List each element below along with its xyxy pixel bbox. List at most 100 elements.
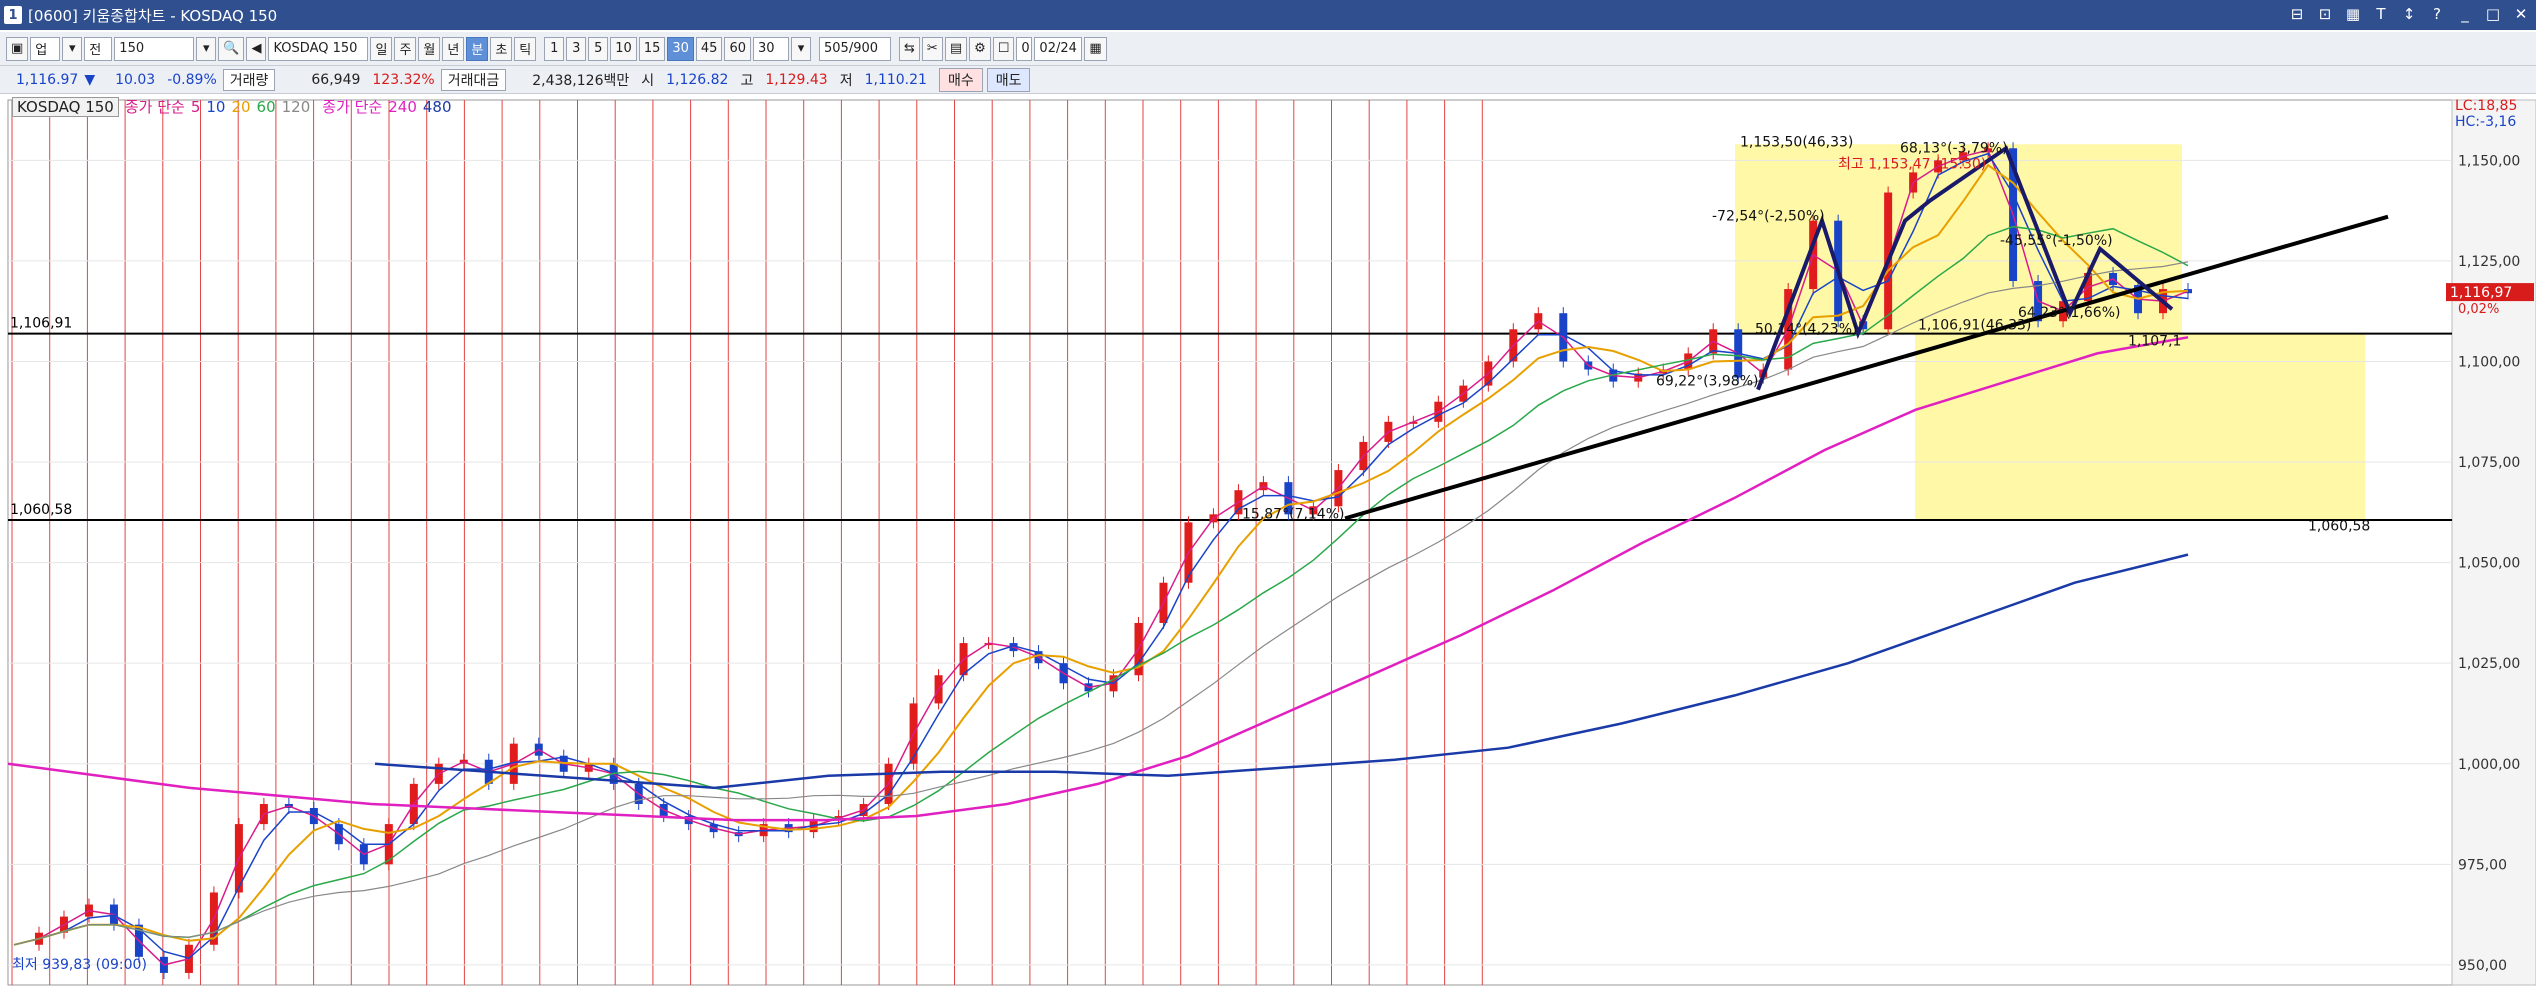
gear-icon[interactable]: ⚙: [969, 36, 991, 61]
chart-annotation: -72,54°(-2,50%): [1712, 209, 1825, 225]
buy-button[interactable]: 매수: [938, 67, 983, 92]
chart-annotation: 1,060,58: [2308, 518, 2370, 534]
layout-icon[interactable]: ▣: [6, 36, 29, 61]
interval-30[interactable]: 30: [667, 36, 694, 61]
period-day[interactable]: 일: [370, 36, 393, 61]
window-title: [0600] 키움종합차트 - KOSDAQ 150: [28, 6, 278, 25]
y-tick-label: 1,150,00: [2458, 153, 2520, 169]
chevron-down-icon[interactable]: ▾: [62, 36, 83, 61]
current-price-label: 1,116,97: [2450, 285, 2512, 301]
interval-1[interactable]: 1: [544, 36, 565, 61]
current-price: 1,116.97: [16, 71, 79, 88]
hc-label: HC:-3,16: [2455, 114, 2516, 130]
interval-15[interactable]: 15: [638, 36, 666, 61]
interval-select[interactable]: 30: [753, 36, 789, 61]
date-field[interactable]: 02/24: [1034, 36, 1083, 61]
settings-icon[interactable]: ↕: [2400, 4, 2418, 24]
count-field[interactable]: 505/900: [819, 36, 891, 61]
period-minute[interactable]: 분: [466, 36, 489, 61]
checkbox-value: 0: [1016, 36, 1033, 61]
chart-annotation: 68,13°(-3,79%): [1900, 140, 2008, 156]
horizontal-level-label: 1,060,58: [10, 502, 72, 518]
help-icon[interactable]: ?: [2428, 4, 2446, 24]
info-bar: 1,116.97 ▼ 10.03 -0.89% 거래량 66,949 123.3…: [0, 66, 2536, 94]
period-month[interactable]: 월: [418, 36, 441, 61]
chart-annotation: 15,87°(7,14%): [1242, 506, 1344, 522]
type-select[interactable]: 전: [84, 36, 113, 61]
change-rate: -0.89%: [167, 71, 217, 88]
text-icon[interactable]: T: [2372, 4, 2390, 24]
legend-symbol: KOSDAQ 150: [12, 96, 119, 117]
lc-label: LC:18,85: [2455, 98, 2517, 114]
mode-select[interactable]: 업: [30, 36, 61, 61]
horizontal-level-label: 1,106,91: [10, 316, 72, 332]
interval-60[interactable]: 60: [724, 36, 751, 61]
volume-rate: 123.32%: [372, 71, 435, 88]
down-arrow-icon: ▼: [84, 71, 96, 88]
volume: 66,949: [311, 71, 361, 88]
maximize-icon[interactable]: □: [2484, 4, 2502, 24]
period-second[interactable]: 초: [490, 36, 513, 61]
period-tick[interactable]: 틱: [514, 36, 537, 61]
amount: 2,438,126백만: [532, 72, 630, 89]
low-label: 저: [839, 72, 853, 89]
legend-ma-short-label: 종가 단순: [124, 98, 185, 116]
speaker-icon[interactable]: ◀: [246, 36, 267, 61]
chevron-down-icon[interactable]: ▾: [791, 36, 811, 61]
legend-ma10: 10: [206, 97, 226, 116]
legend-ma120: 120: [281, 97, 311, 116]
price-chart[interactable]: 1,150,00 1,125,00 1,100,00 1,075,00 1,050,00…: [0, 94, 2536, 995]
open-price: 1,126.82: [666, 71, 729, 88]
search-icon[interactable]: 🔍: [218, 36, 245, 61]
close-icon[interactable]: ✕: [2512, 4, 2530, 24]
chart-annotation: 1,106,91(46,33): [1918, 317, 2031, 333]
interval-45[interactable]: 45: [695, 36, 723, 61]
pin-icon[interactable]: ⊟: [2288, 4, 2306, 24]
chart-annotation: 69,22°(3,98%): [1656, 374, 1758, 390]
arrows-icon[interactable]: ⇆: [899, 36, 920, 61]
chart-legend: KOSDAQ 150 종가 단순 5 10 20 60 120 종가 단순 24…: [12, 96, 452, 117]
change: 10.03: [115, 71, 156, 88]
layout-icon[interactable]: ▦: [2344, 4, 2362, 24]
chevron-down-icon[interactable]: ▾: [196, 36, 217, 61]
title-bar: 1 [0600] 키움종합차트 - KOSDAQ 150 ⊟ ⊡ ▦ T ↕ ?…: [0, 0, 2536, 30]
y-tick-label: 1,050,00: [2458, 556, 2520, 572]
period-week[interactable]: 주: [394, 36, 417, 61]
name-field[interactable]: KOSDAQ 150: [268, 36, 369, 61]
y-tick-label: 975,00: [2458, 857, 2507, 873]
minimize-icon[interactable]: _: [2456, 4, 2474, 24]
chart-annotation: -45,55°(-1,50%): [2000, 233, 2113, 249]
legend-ma5: 5: [190, 97, 201, 116]
period-year[interactable]: 년: [442, 36, 465, 61]
chart-annotation: 64,23°(1,66%): [2018, 305, 2120, 321]
interval-3[interactable]: 3: [566, 36, 587, 61]
sell-button[interactable]: 매도: [986, 67, 1031, 92]
volume-label: 거래량: [222, 68, 276, 91]
y-tick-label: 1,100,00: [2458, 354, 2520, 370]
link-icon[interactable]: ⊡: [2316, 4, 2334, 24]
save-icon[interactable]: ▤: [944, 36, 968, 61]
chart-annotation: 1,107,1: [2128, 333, 2181, 349]
legend-ma480: 480: [422, 97, 452, 116]
legend-ma-long-label: 종가 단순: [322, 98, 383, 116]
chart-annotation: 1,153,50(46,33): [1740, 134, 1853, 150]
toolbar: ▣ 업 ▾ 전 150 ▾ 🔍 ◀ KOSDAQ 150 일 주 월 년 분 초…: [0, 32, 2536, 66]
calendar-icon[interactable]: ▦: [1084, 36, 1107, 61]
y-axis-panel: [2451, 99, 2536, 986]
y-tick-label: 950,00: [2458, 958, 2507, 974]
checkbox[interactable]: ☐: [992, 36, 1015, 61]
tools-icon[interactable]: ✂: [921, 36, 943, 61]
code-input[interactable]: 150: [114, 36, 195, 61]
legend-ma60: 60: [256, 97, 276, 116]
window-controls: ⊟ ⊡ ▦ T ↕ ? _ □ ✕: [2288, 4, 2530, 24]
legend-ma240: 240: [388, 97, 417, 116]
chart-annotation: 50,14°(4,23%): [1755, 321, 1857, 337]
low-price: 1,110.21: [864, 71, 927, 88]
interval-5[interactable]: 5: [588, 36, 609, 61]
interval-10[interactable]: 10: [610, 36, 637, 61]
chart-annotation: 최저 939,83 (09:00): [12, 957, 147, 973]
high-price: 1,129.43: [765, 71, 828, 88]
y-tick-label: 1,000,00: [2458, 757, 2520, 773]
high-label: 고: [740, 72, 754, 89]
y-tick-label: 1,075,00: [2458, 455, 2520, 471]
